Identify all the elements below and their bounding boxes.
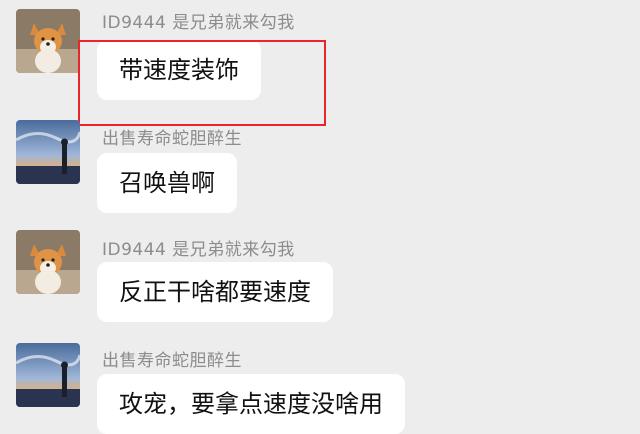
- sender-name: ID9444 是兄弟就来勾我: [102, 13, 295, 33]
- chat-view: ID9444 是兄弟就来勾我 带速度装饰 出售寿命蛇胆醉生 召唤兽啊 ID944…: [0, 0, 640, 434]
- message-bubble[interactable]: 反正干啥都要速度: [97, 262, 333, 322]
- sender-name: ID9444 是兄弟就来勾我: [102, 240, 295, 260]
- sunset-avatar[interactable]: [16, 343, 80, 407]
- sender-name: 出售寿命蛇胆醉生: [102, 351, 242, 371]
- sunset-avatar[interactable]: [16, 120, 80, 184]
- corgi-avatar[interactable]: [16, 230, 80, 294]
- highlight-box: [78, 40, 326, 126]
- corgi-avatar[interactable]: [16, 9, 80, 73]
- message-bubble[interactable]: 召唤兽啊: [97, 153, 237, 213]
- sender-name: 出售寿命蛇胆醉生: [102, 129, 242, 149]
- message-bubble[interactable]: 攻宠，要拿点速度没啥用: [97, 374, 405, 434]
